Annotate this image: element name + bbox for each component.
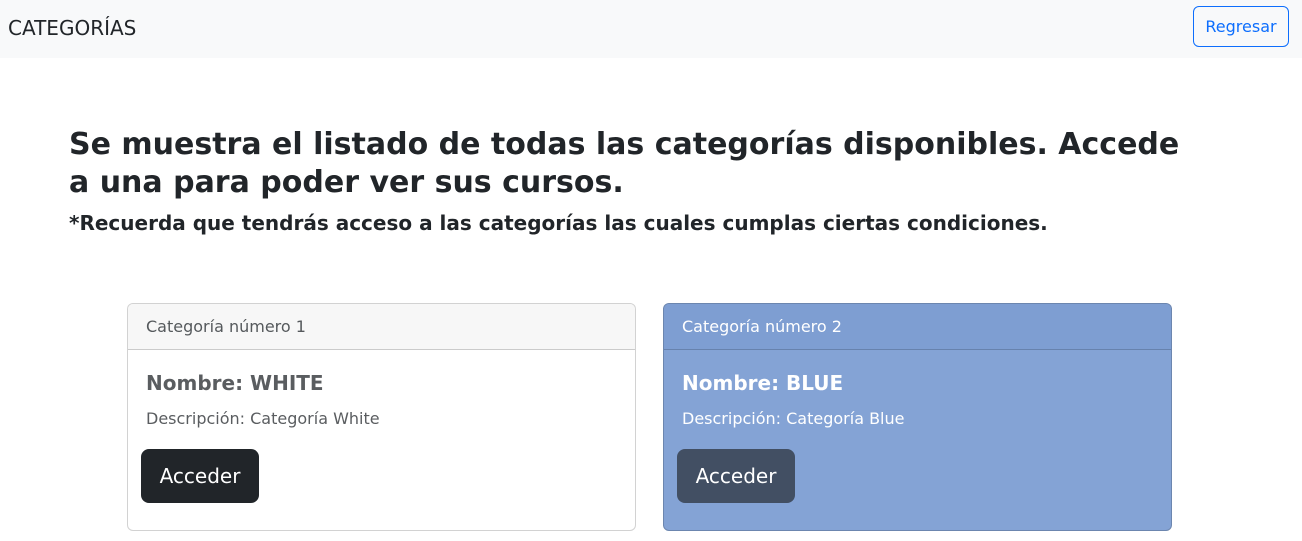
top-navbar: CATEGORÍAS Regresar (0, 0, 1302, 58)
card-header: Categoría número 1 (128, 304, 635, 350)
page-subheading: *Recuerda que tendrás acceso a las categ… (69, 211, 1048, 235)
page-heading: Se muestra el listado de todas las categ… (69, 127, 1180, 200)
card-title: Nombre: WHITE (146, 371, 324, 395)
card-title: Nombre: BLUE (682, 371, 844, 395)
card-header: Categoría número 2 (664, 304, 1171, 350)
category-card-white: Categoría número 1 Nombre: WHITE Descrip… (127, 303, 636, 531)
navbar-brand[interactable]: CATEGORÍAS (8, 15, 136, 41)
back-button[interactable]: Regresar (1193, 6, 1289, 47)
access-button-white[interactable]: Acceder (141, 449, 259, 503)
access-button-blue[interactable]: Acceder (677, 449, 795, 503)
card-description: Descripción: Categoría White (146, 409, 380, 428)
category-card-blue: Categoría número 2 Nombre: BLUE Descripc… (663, 303, 1172, 531)
card-description: Descripción: Categoría Blue (682, 409, 905, 428)
